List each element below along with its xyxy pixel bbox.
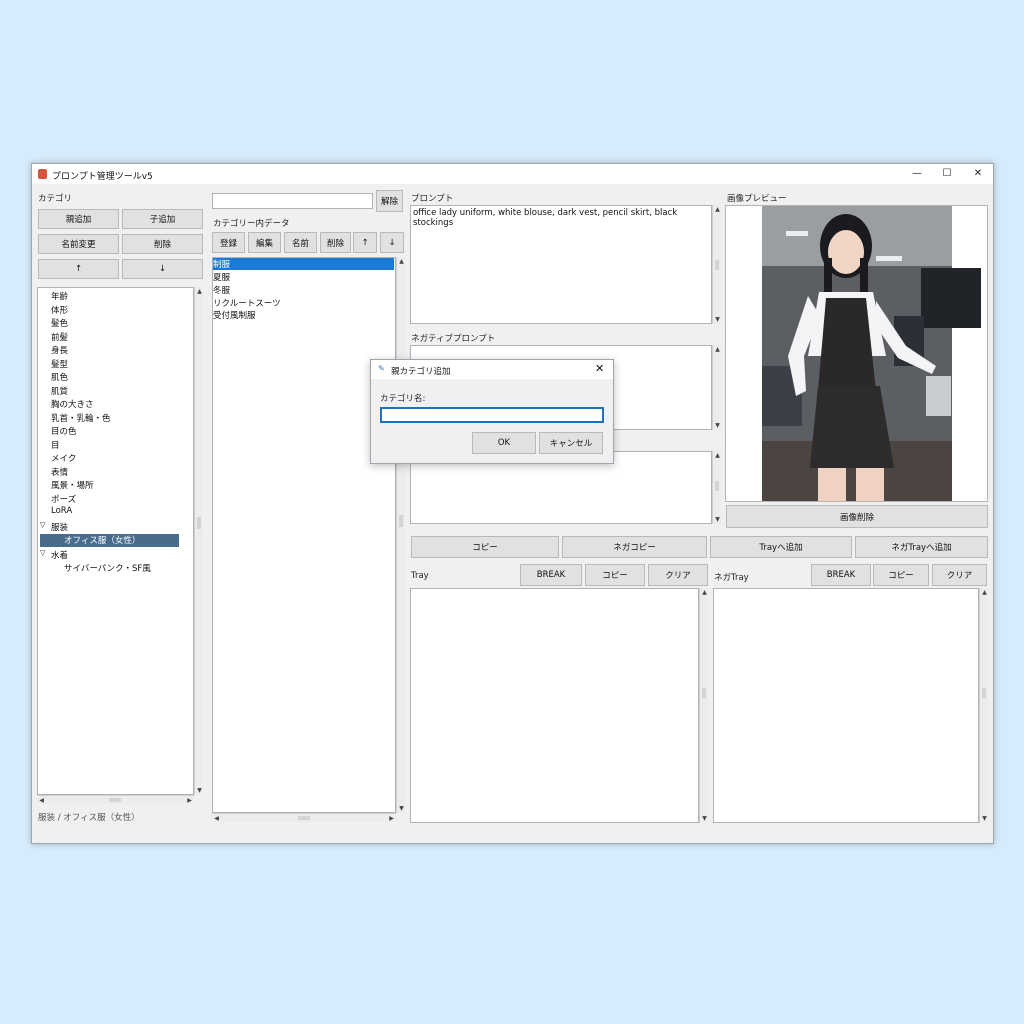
data-list-item[interactable]: 冬服 [213,284,230,296]
tray-vscrollbar[interactable]: ▲ ▼ [699,588,708,823]
nega-tray-textarea[interactable] [713,588,979,823]
tree-item-office-wear[interactable]: オフィス服（女性） [40,534,179,547]
tree-item[interactable]: 体形 [51,304,68,316]
image-preview [725,205,988,502]
copy-button[interactable]: コピー [411,536,559,558]
tree-item[interactable]: 髪色 [51,317,68,329]
tree-item-clothing[interactable]: 服装 [51,521,68,533]
data-label: カテゴリー内データ [213,219,290,229]
nega-tray-vscrollbar[interactable]: ▲ ▼ [979,588,988,823]
nega-tray-copy-button[interactable]: コピー [873,564,929,586]
category-hscrollbar[interactable]: ◀ ▶ [37,795,194,804]
add-child-button[interactable]: 子追加 [122,209,203,229]
prompt-label: プロンプト [411,194,454,204]
tree-item-cyberpunk[interactable]: サイバーパンク・SF風 [64,562,151,574]
title-bar: プロンプト管理ツールv5 — ☐ ✕ [32,164,993,184]
rename-button[interactable]: 名前変更 [38,234,119,254]
tree-item[interactable]: 年齢 [51,290,68,302]
breadcrumb: 服装 / オフィス服（女性） [38,813,140,823]
tree-item[interactable]: メイク [51,452,76,464]
dialog-title-bar: ✎ 親カテゴリ追加 ✕ [371,360,613,379]
tree-item[interactable]: 胸の大きさ [51,398,94,410]
category-label: カテゴリ [38,194,73,204]
search-input[interactable] [212,193,373,209]
data-list-item[interactable]: 制服 [213,258,394,270]
clear-search-button[interactable]: 解除 [376,190,403,212]
tree-item[interactable]: 風景・場所 [51,479,94,491]
tree-item[interactable]: 身長 [51,344,68,356]
delete-data-button[interactable]: 削除 [320,232,351,253]
expand-arrow-icon[interactable]: ▽ [40,521,45,529]
close-icon[interactable]: ✕ [595,362,604,375]
negative-prompt-label: ネガティブプロンプト [411,334,496,344]
data-list-item[interactable]: リクルートスーツ [213,297,281,309]
tree-item[interactable]: 表情 [51,466,68,478]
feather-icon: ✎ [378,364,385,373]
data-list[interactable] [212,257,396,813]
category-vscrollbar[interactable]: ▲ ▼ [194,287,203,795]
tray-label: Tray [411,571,429,581]
delete-image-button[interactable]: 画像削除 [726,505,988,528]
nega-tray-label: ネガTray [714,573,749,583]
data-list-item[interactable]: 受付風制服 [213,309,256,321]
ok-button[interactable]: OK [472,432,536,454]
tree-item-swimwear[interactable]: 水着 [51,549,68,561]
edit-button[interactable]: 編集 [248,232,281,253]
add-parent-category-dialog: ✎ 親カテゴリ追加 ✕ カテゴリ名: OK キャンセル [370,359,614,464]
tree-item[interactable]: 肌質 [51,385,68,397]
tree-item[interactable]: 乳首・乳輪・色 [51,412,111,424]
data-list-item[interactable]: 夏服 [213,271,230,283]
tree-item[interactable]: 目 [51,439,60,451]
add-parent-button[interactable]: 親追加 [38,209,119,229]
tray-textarea[interactable] [410,588,699,823]
register-button[interactable]: 登録 [212,232,245,253]
tray-break-button[interactable]: BREAK [520,564,582,586]
preview-label: 画像プレビュー [727,194,787,204]
dialog-title: 親カテゴリ追加 [391,367,451,377]
cancel-button[interactable]: キャンセル [539,432,603,454]
close-button[interactable]: ✕ [963,166,993,182]
maximize-button[interactable]: ☐ [932,166,962,182]
prompt-vscrollbar[interactable]: ▲ ▼ [712,205,721,324]
app-icon [38,169,47,179]
tree-item[interactable]: LoRA [51,506,72,516]
move-up-button[interactable]: ↑ [38,259,119,279]
window-title: プロンプト管理ツールv5 [52,172,153,182]
data-down-button[interactable]: ↓ [380,232,404,253]
category-name-label: カテゴリ名: [380,394,426,404]
data-hscrollbar[interactable]: ◀ ▶ [212,813,396,822]
tree-item[interactable]: 前髪 [51,331,68,343]
prompt-textarea[interactable]: office lady uniform, white blouse, dark … [410,205,712,324]
nega-copy-button[interactable]: ネガコピー [562,536,707,558]
tree-item[interactable]: 肌色 [51,371,68,383]
nega-tray-clear-button[interactable]: クリア [932,564,987,586]
tray-copy-button[interactable]: コピー [585,564,645,586]
add-to-tray-button[interactable]: Trayへ追加 [710,536,852,558]
minimize-button[interactable]: — [902,166,932,182]
delete-category-button[interactable]: 削除 [122,234,203,254]
negative-vscrollbar[interactable]: ▲ ▼ [712,345,721,430]
data-vscrollbar[interactable]: ▲ ▼ [396,257,405,813]
category-name-input[interactable] [380,407,604,423]
add-to-nega-tray-button[interactable]: ネガTrayへ追加 [855,536,988,558]
tree-item[interactable]: 髪型 [51,358,68,370]
name-button[interactable]: 名前 [284,232,317,253]
tree-item[interactable]: ポーズ [51,493,76,505]
preview-image [762,206,981,501]
extra-vscrollbar[interactable]: ▲ ▼ [712,451,721,524]
nega-tray-break-button[interactable]: BREAK [811,564,871,586]
move-down-button[interactable]: ↓ [122,259,203,279]
data-up-button[interactable]: ↑ [353,232,377,253]
tree-item[interactable]: 目の色 [51,425,77,437]
tray-clear-button[interactable]: クリア [648,564,708,586]
expand-arrow-icon[interactable]: ▽ [40,549,45,557]
